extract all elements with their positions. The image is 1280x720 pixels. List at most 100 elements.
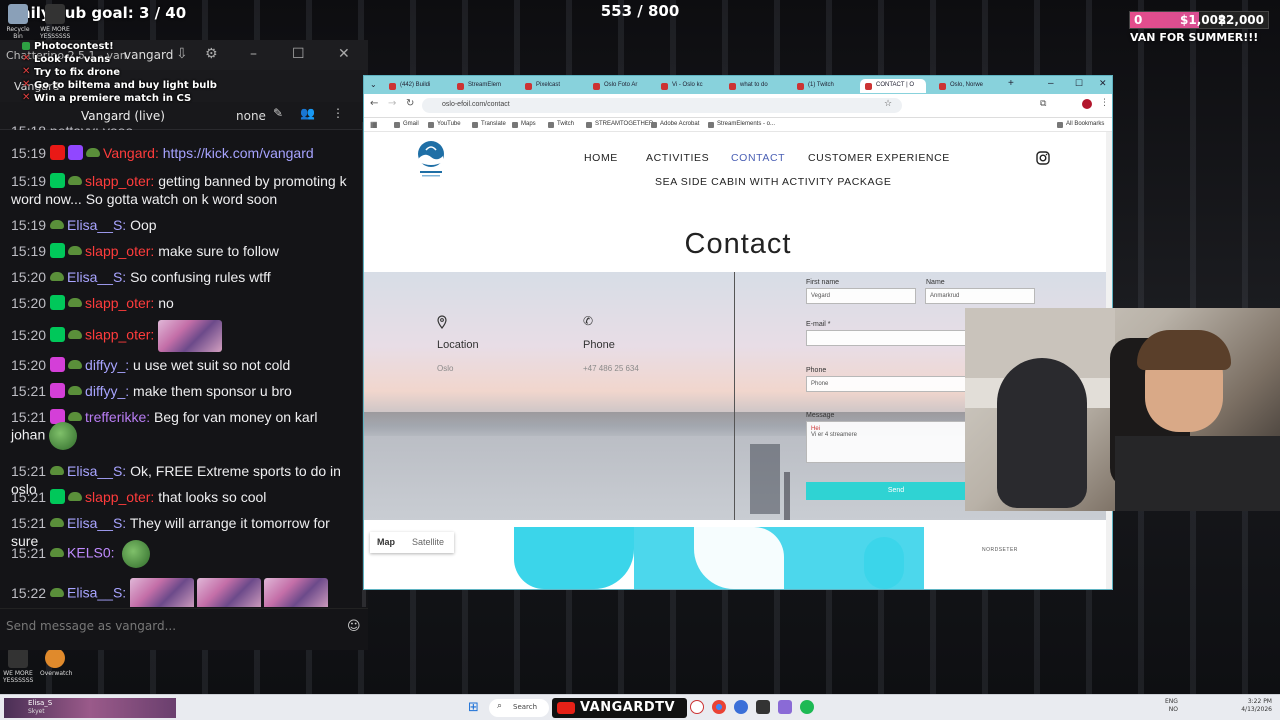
- obs-icon[interactable]: [690, 700, 704, 714]
- browser-tab[interactable]: Oslo Foto Ar: [588, 79, 654, 93]
- apps-icon[interactable]: ▦: [370, 120, 378, 129]
- chat-username[interactable]: Elisa__S:: [67, 217, 126, 233]
- first-name-field[interactable]: Vegard: [806, 288, 916, 304]
- instagram-icon[interactable]: [1036, 151, 1050, 165]
- chat-username[interactable]: Elisa__S:: [67, 269, 126, 285]
- email-field[interactable]: [806, 330, 986, 346]
- windows-start-icon[interactable]: ⊞: [468, 700, 479, 715]
- browser-tab[interactable]: CONTACT | O: [860, 79, 926, 93]
- bookmark-item[interactable]: Translate: [472, 121, 506, 128]
- chat-username[interactable]: slapp_oter:: [85, 243, 154, 259]
- desktop-icon-overwatch[interactable]: Overwatch: [40, 648, 72, 677]
- chat-username[interactable]: slapp_oter:: [85, 327, 154, 343]
- chat-username[interactable]: diffyy_:: [85, 383, 129, 399]
- new-tab-icon[interactable]: +: [1008, 78, 1014, 89]
- back-icon[interactable]: ←: [370, 98, 378, 109]
- browser-tab[interactable]: what to do: [724, 79, 790, 93]
- users-icon[interactable]: 👥: [300, 106, 315, 120]
- bookmark-item[interactable]: Twitch: [548, 121, 574, 128]
- chat-link[interactable]: https://kick.com/vangard: [163, 145, 314, 161]
- chat-emote[interactable]: [264, 578, 329, 607]
- map-tab[interactable]: Map: [377, 537, 395, 547]
- chat-input[interactable]: Send message as vangard... ☺: [0, 608, 368, 648]
- browser-tab[interactable]: (1) Twitch: [792, 79, 858, 93]
- bookmark-item[interactable]: StreamElements - o...: [708, 121, 775, 128]
- pepe-emote[interactable]: [49, 422, 78, 450]
- bookmark-item[interactable]: YouTube: [428, 121, 461, 128]
- profile-icon[interactable]: [1082, 99, 1092, 109]
- menu-icon[interactable]: ⋮: [1100, 98, 1109, 108]
- maximize-icon[interactable]: ☐: [1075, 78, 1083, 89]
- browser-tab[interactable]: Vi - Oslo kc: [656, 79, 722, 93]
- minimize-icon[interactable]: –: [1048, 78, 1054, 89]
- more-icon[interactable]: ⋮: [332, 106, 344, 120]
- send-button[interactable]: Send: [806, 482, 986, 500]
- message-field[interactable]: Hei Vi er 4 streamere: [806, 421, 986, 463]
- spotify-icon[interactable]: [800, 700, 814, 714]
- minimize-icon[interactable]: –: [250, 46, 257, 62]
- taskbar-clock[interactable]: 3:22 PM 4/13/2026: [1222, 698, 1272, 714]
- desktop-icon-recycle-bin[interactable]: Recycle Bin: [3, 4, 33, 40]
- maximize-icon[interactable]: ☐: [292, 46, 305, 62]
- subscriber-badge-icon[interactable]: [50, 383, 66, 398]
- chat-username[interactable]: diffyy_:: [85, 357, 129, 373]
- chat-username[interactable]: Vangard:: [103, 145, 159, 161]
- close-icon[interactable]: ✕: [1099, 78, 1107, 89]
- map-embed[interactable]: Map Satellite NORDSETER: [364, 527, 1112, 589]
- tab-search-icon[interactable]: ⌄: [370, 80, 377, 89]
- desktop-icon-we-more[interactable]: WE MORE YESSSSSS: [40, 4, 70, 40]
- taskbar-chat-preview[interactable]: Elisa_S Skyet: [4, 698, 176, 718]
- subscriber-badge-icon[interactable]: [50, 243, 66, 258]
- subscriber-badge-icon[interactable]: [50, 357, 66, 372]
- subscriber-badge-icon[interactable]: [50, 326, 66, 342]
- chat-username[interactable]: Elisa__S:: [67, 463, 126, 479]
- close-icon[interactable]: ✕: [338, 46, 350, 62]
- chat-emote[interactable]: [158, 320, 223, 352]
- bookmark-item[interactable]: Adobe Acrobat: [651, 121, 699, 128]
- subscriber-badge-icon[interactable]: [50, 295, 66, 310]
- bookmark-item[interactable]: STREAMTOGETHER: [586, 121, 653, 128]
- chat-username[interactable]: Elisa__S:: [67, 585, 126, 601]
- browser-tab[interactable]: Pixelcast: [520, 79, 586, 93]
- form-phone-field[interactable]: Phone: [806, 376, 986, 392]
- browser-tab[interactable]: StreamElem: [452, 79, 518, 93]
- chrome-icon[interactable]: [712, 700, 726, 714]
- all-bookmarks[interactable]: All Bookmarks: [1057, 121, 1104, 128]
- taskbar-search[interactable]: ⌕ Search: [489, 699, 549, 717]
- pencil-icon[interactable]: ✎: [273, 106, 283, 120]
- pepe-emote[interactable]: [122, 540, 151, 568]
- browser-tab[interactable]: (442) Buildi: [384, 79, 450, 93]
- name-field[interactable]: Anmarkrud: [925, 288, 1035, 304]
- chat-username[interactable]: KELS0:: [67, 545, 114, 561]
- forward-icon[interactable]: →: [388, 98, 396, 109]
- subscriber-badge-icon[interactable]: [50, 145, 66, 160]
- nav-contact[interactable]: CONTACT: [731, 152, 785, 164]
- desktop-icon-we-more-2[interactable]: WE MORE YESSSSSS: [3, 648, 33, 684]
- chat-username[interactable]: slapp_oter:: [85, 489, 154, 505]
- star-icon[interactable]: ☆: [884, 99, 892, 109]
- chat-username[interactable]: Elisa__S:: [67, 515, 126, 531]
- satellite-tab[interactable]: Satellite: [412, 537, 444, 547]
- site-logo[interactable]: [416, 140, 446, 178]
- emoji-icon[interactable]: ☺: [347, 619, 361, 634]
- chat-emote[interactable]: [130, 578, 195, 607]
- bookmark-item[interactable]: Maps: [512, 121, 536, 128]
- keyboard-language[interactable]: ENG NO: [1165, 698, 1178, 714]
- partner-badge-icon[interactable]: [68, 145, 84, 160]
- chat-username[interactable]: slapp_oter:: [85, 295, 154, 311]
- nav-sea-side-cabin[interactable]: SEA SIDE CABIN WITH ACTIVITY PACKAGE: [655, 176, 892, 188]
- chat-username[interactable]: slapp_oter:: [85, 173, 154, 189]
- nav-customer-experience[interactable]: CUSTOMER EXPERIENCE: [808, 152, 950, 164]
- subscriber-badge-icon[interactable]: [50, 489, 66, 504]
- app-icon[interactable]: [756, 700, 770, 714]
- nav-activities[interactable]: ACTIVITIES: [646, 152, 709, 164]
- reload-icon[interactable]: ↻: [406, 98, 414, 109]
- nav-home[interactable]: HOME: [584, 152, 618, 164]
- browser-tab[interactable]: Oslo, Norwe: [934, 79, 1000, 93]
- chat-emote[interactable]: [197, 578, 262, 607]
- extensions-icon[interactable]: ⧉: [1040, 99, 1046, 109]
- bookmark-item[interactable]: Gmail: [394, 121, 419, 128]
- subscriber-badge-icon[interactable]: [50, 173, 66, 188]
- url-field[interactable]: oslo-efoil.com/contact: [422, 98, 902, 113]
- app-icon[interactable]: [734, 700, 748, 714]
